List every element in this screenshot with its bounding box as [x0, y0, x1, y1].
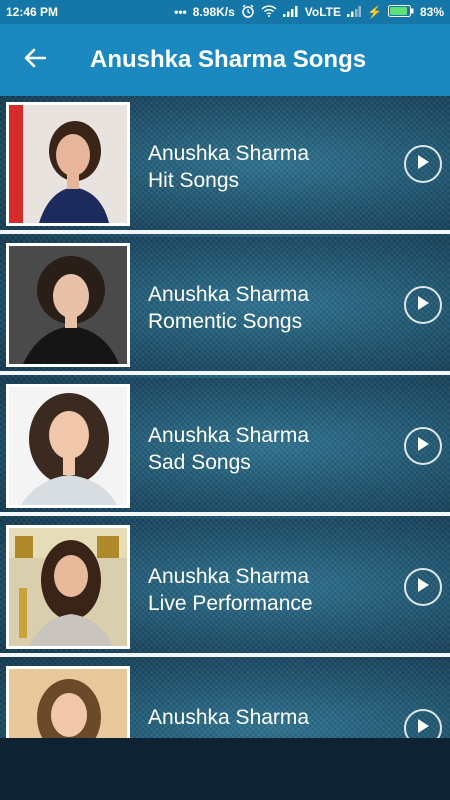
list-item-romentic-songs[interactable]: Anushka Sharma Romentic Songs [0, 237, 450, 375]
status-time: 12:46 PM [6, 5, 59, 19]
arrow-left-icon [24, 48, 47, 73]
status-bar: 12:46 PM ••• 8.98K/s VoLTE ⚡ 83% [0, 0, 450, 24]
list-item-sad-songs[interactable]: Anushka Sharma Sad Songs [0, 378, 450, 516]
list-item-label: Anushka Sharma Live Performance [148, 563, 313, 617]
play-icon [416, 436, 430, 457]
list-item-label: Anushka Sharma Romentic Songs [148, 281, 309, 335]
item-line-2: Romentic Songs [148, 310, 303, 333]
play-button[interactable] [404, 568, 442, 606]
more-dots-icon: ••• [174, 5, 187, 19]
status-indicators: ••• 8.98K/s VoLTE ⚡ 83% [174, 4, 444, 21]
network-type: VoLTE [304, 5, 342, 19]
play-button[interactable] [404, 286, 442, 324]
list-item-partial[interactable]: Anushka Sharma [0, 660, 450, 738]
app-bar: Anushka Sharma Songs [0, 24, 450, 96]
list-item-label: Anushka Sharma Hit Songs [148, 140, 309, 194]
item-line-1: Anushka Sharma [148, 283, 310, 306]
song-category-list: Anushka Sharma Hit Songs Anushka Sharma … [0, 96, 450, 738]
page-title: Anushka Sharma Songs [90, 46, 367, 73]
thumbnail-photo [6, 525, 130, 649]
signal-icon-2 [347, 5, 362, 20]
item-line-1: Anushka Sharma [148, 424, 310, 447]
thumbnail-photo [6, 384, 130, 508]
item-line-1: Anushka Sharma [148, 142, 310, 165]
network-speed: 8.98K/s [192, 5, 235, 19]
bottom-area [0, 738, 450, 800]
item-line-1: Anushka Sharma [148, 706, 310, 729]
thumbnail-photo [6, 243, 130, 367]
list-item-label: Anushka Sharma Sad Songs [148, 422, 309, 476]
item-line-1: Anushka Sharma [148, 565, 310, 588]
list-item-live-performance[interactable]: Anushka Sharma Live Performance [0, 519, 450, 657]
list-item-hit-songs[interactable]: Anushka Sharma Hit Songs [0, 96, 450, 234]
wifi-icon [261, 4, 277, 20]
thumbnail-photo [6, 102, 130, 226]
play-button[interactable] [404, 427, 442, 465]
play-button[interactable] [404, 709, 442, 738]
play-icon [416, 577, 430, 598]
item-line-2: Hit Songs [148, 169, 240, 192]
battery-level: 83% [419, 5, 444, 19]
charging-icon: ⚡ [367, 5, 382, 19]
signal-icon [282, 5, 299, 20]
play-button[interactable] [404, 145, 442, 183]
play-icon [416, 295, 430, 316]
list-item-label: Anushka Sharma [148, 704, 309, 731]
alarm-icon [241, 4, 255, 21]
play-icon [416, 718, 430, 739]
battery-icon [387, 4, 414, 20]
back-button[interactable] [0, 24, 70, 96]
play-icon [416, 154, 430, 175]
thumbnail-photo [6, 666, 130, 738]
item-line-2: Sad Songs [148, 451, 251, 474]
item-line-2: Live Performance [148, 592, 313, 615]
